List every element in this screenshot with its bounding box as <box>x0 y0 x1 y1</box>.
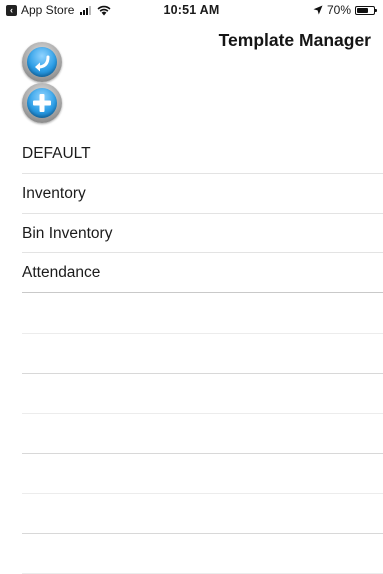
location-arrow-icon <box>313 5 323 15</box>
empty-row <box>22 494 383 534</box>
empty-row <box>22 294 383 334</box>
battery-icon <box>355 5 377 15</box>
plus-icon <box>33 94 51 112</box>
battery-fill <box>357 7 369 13</box>
template-row-inventory[interactable]: Inventory <box>22 174 383 214</box>
template-row-attendance[interactable]: Attendance <box>22 253 383 294</box>
empty-list-area <box>22 294 383 574</box>
empty-row <box>22 374 383 414</box>
page-title: Template Manager <box>218 30 371 50</box>
back-button[interactable] <box>22 42 62 82</box>
back-arrow-icon <box>35 55 50 72</box>
template-list: DEFAULT Inventory Bin Inventory Attendan… <box>22 134 383 294</box>
status-right: 70% <box>313 3 377 17</box>
template-row-bin-inventory[interactable]: Bin Inventory <box>22 214 383 254</box>
empty-row <box>22 534 383 574</box>
battery-percent: 70% <box>326 3 351 17</box>
status-bar: ‹ App Store 10:51 AM 70% <box>0 0 383 20</box>
add-template-button[interactable] <box>22 83 62 123</box>
empty-row <box>22 334 383 374</box>
empty-row <box>22 454 383 494</box>
template-row-default[interactable]: DEFAULT <box>22 134 383 174</box>
empty-row <box>22 414 383 454</box>
